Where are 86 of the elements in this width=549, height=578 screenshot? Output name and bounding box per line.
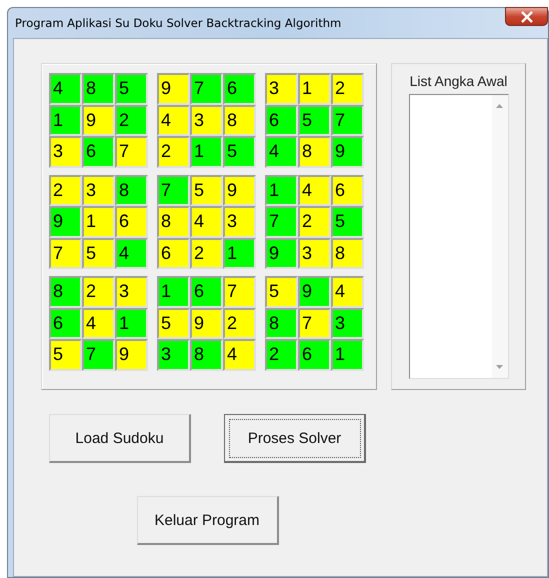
sudoku-cell[interactable]: 9 <box>223 174 256 206</box>
sudoku-cell[interactable]: 5 <box>82 238 115 269</box>
sudoku-cell[interactable]: 4 <box>331 276 364 308</box>
sudoku-cell[interactable]: 5 <box>265 276 298 308</box>
sudoku-cell[interactable]: 5 <box>49 339 82 370</box>
sudoku-cell[interactable]: 6 <box>49 308 82 339</box>
action-button[interactable]: Keluar Program <box>136 496 278 545</box>
sudoku-cell[interactable]: 3 <box>157 339 190 370</box>
sudoku-cell[interactable]: 8 <box>298 136 331 168</box>
sudoku-cell[interactable]: 5 <box>223 136 256 168</box>
sudoku-cell[interactable]: 2 <box>298 206 331 238</box>
sudoku-cell[interactable]: 9 <box>190 308 223 339</box>
sudoku-cell[interactable]: 7 <box>82 339 115 370</box>
sudoku-cell[interactable]: 4 <box>265 136 298 168</box>
sudoku-cell[interactable]: 9 <box>157 73 190 104</box>
sudoku-cell[interactable]: 7 <box>298 308 331 339</box>
sudoku-cell[interactable]: 1 <box>115 308 148 339</box>
sudoku-cell[interactable]: 3 <box>190 104 223 136</box>
sudoku-cell[interactable]: 5 <box>115 73 148 104</box>
sudoku-cell[interactable]: 3 <box>82 174 115 206</box>
sudoku-cell[interactable]: 9 <box>265 238 298 269</box>
sudoku-cell[interactable]: 9 <box>49 206 82 238</box>
sudoku-cell[interactable]: 9 <box>331 136 364 168</box>
sudoku-cell[interactable]: 3 <box>331 308 364 339</box>
sudoku-cell[interactable]: 5 <box>157 308 190 339</box>
sudoku-cell[interactable]: 2 <box>115 104 148 136</box>
sudoku-cell[interactable]: 1 <box>82 206 115 238</box>
sudoku-cell[interactable]: 8 <box>265 308 298 339</box>
sudoku-cell[interactable]: 5 <box>331 206 364 238</box>
sudoku-cell[interactable]: 8 <box>190 339 223 370</box>
sudoku-cell[interactable]: 6 <box>331 174 364 206</box>
sudoku-cell[interactable]: 4 <box>49 73 82 104</box>
sudoku-cell[interactable]: 2 <box>157 136 190 168</box>
sudoku-cell[interactable]: 8 <box>115 174 148 206</box>
sudoku-cell[interactable]: 4 <box>298 174 331 206</box>
sudoku-cell[interactable]: 4 <box>190 206 223 238</box>
sudoku-cell[interactable]: 6 <box>115 206 148 238</box>
sudoku-cell[interactable]: 6 <box>265 104 298 136</box>
sudoku-cell[interactable]: 8 <box>157 206 190 238</box>
sudoku-cell[interactable]: 6 <box>190 276 223 308</box>
sudoku-cell[interactable]: 1 <box>190 136 223 168</box>
sudoku-cell[interactable]: 4 <box>115 238 148 269</box>
sudoku-cell[interactable]: 2 <box>82 276 115 308</box>
sudoku-cell[interactable]: 4 <box>157 104 190 136</box>
action-button[interactable]: Load Sudoku <box>49 414 191 463</box>
sudoku-cell[interactable]: 6 <box>82 136 115 168</box>
sudoku-cell[interactable]: 6 <box>298 339 331 370</box>
sudoku-cell[interactable]: 7 <box>331 104 364 136</box>
sudoku-cell[interactable]: 7 <box>157 174 190 206</box>
sudoku-cell[interactable]: 2 <box>49 174 82 206</box>
sudoku-cell[interactable]: 3 <box>49 136 82 168</box>
sudoku-cell[interactable]: 1 <box>298 73 331 104</box>
sudoku-cell[interactable]: 1 <box>157 276 190 308</box>
sudoku-cell[interactable]: 1 <box>331 339 364 370</box>
sudoku-cell[interactable]: 3 <box>265 73 298 104</box>
sudoku-cell[interactable]: 5 <box>190 174 223 206</box>
sudoku-cell[interactable]: 6 <box>223 73 256 104</box>
sudoku-cell[interactable]: 2 <box>265 339 298 370</box>
action-button[interactable]: Proses Solver <box>224 414 366 463</box>
sudoku-cell[interactable]: 6 <box>157 238 190 269</box>
sudoku-cell[interactable]: 4 <box>82 308 115 339</box>
sudoku-cell[interactable]: 1 <box>49 104 82 136</box>
sudoku-cell[interactable]: 2 <box>331 73 364 104</box>
sudoku-cell[interactable]: 2 <box>223 308 256 339</box>
sudoku-cell[interactable]: 7 <box>115 136 148 168</box>
sudoku-cell[interactable]: 1 <box>223 238 256 269</box>
sudoku-cell[interactable]: 3 <box>115 276 148 308</box>
list-label: List Angka Awal <box>410 73 508 89</box>
sudoku-cell[interactable]: 8 <box>82 73 115 104</box>
sudoku-cell[interactable]: 7 <box>49 238 82 269</box>
sudoku-cell[interactable]: 7 <box>265 206 298 238</box>
sudoku-cell[interactable]: 4 <box>223 339 256 370</box>
sudoku-cell[interactable]: 2 <box>190 238 223 269</box>
sudoku-cell[interactable]: 3 <box>223 206 256 238</box>
sudoku-cell[interactable]: 8 <box>331 238 364 269</box>
sudoku-cell[interactable]: 7 <box>223 276 256 308</box>
sudoku-cell[interactable]: 5 <box>298 104 331 136</box>
window-title: Program Aplikasi Su Doku Solver Backtracking Algorithm <box>15 16 342 30</box>
sudoku-cell[interactable]: 8 <box>49 276 82 308</box>
sudoku-cell[interactable]: 9 <box>115 339 148 370</box>
sudoku-cell[interactable]: 9 <box>298 276 331 308</box>
sudoku-cell[interactable]: 9 <box>82 104 115 136</box>
sudoku-cell[interactable]: 7 <box>190 73 223 104</box>
sudoku-cell[interactable]: 3 <box>298 238 331 269</box>
sudoku-cell[interactable]: 1 <box>265 174 298 206</box>
sudoku-cell[interactable]: 8 <box>223 104 256 136</box>
